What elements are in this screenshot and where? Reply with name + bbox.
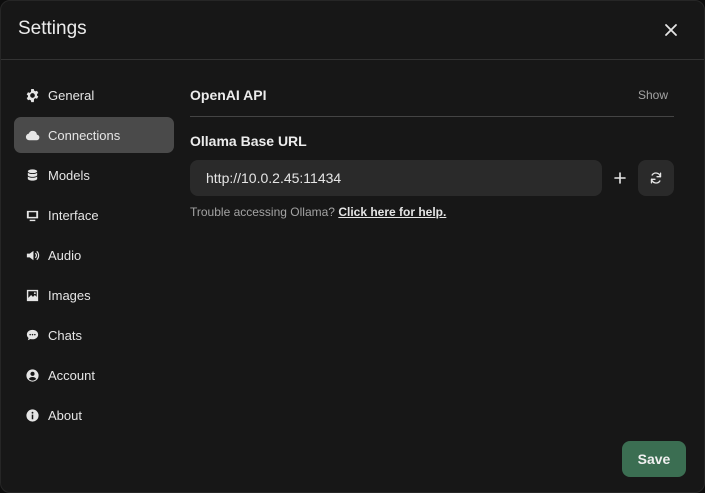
sidebar-item-general[interactable]: General	[14, 77, 174, 113]
add-url-button[interactable]	[610, 166, 630, 190]
sidebar-item-label: Images	[48, 287, 91, 303]
dialog-header: Settings	[1, 1, 704, 60]
verify-connection-button[interactable]	[638, 160, 674, 196]
dialog-title: Settings	[18, 18, 87, 39]
settings-sidebar: General Connections Models Interface Aud…	[14, 77, 174, 437]
sidebar-item-label: Audio	[48, 247, 82, 263]
ollama-url-input[interactable]	[190, 160, 602, 196]
info-icon	[24, 407, 40, 423]
openai-title: OpenAI API	[190, 87, 267, 103]
ollama-url-row	[190, 160, 674, 196]
show-button[interactable]: Show	[638, 88, 668, 102]
close-icon	[665, 24, 677, 36]
sidebar-item-connections[interactable]: Connections	[14, 117, 174, 153]
sidebar-item-label: General	[48, 87, 95, 103]
database-icon	[24, 167, 40, 183]
sidebar-item-audio[interactable]: Audio	[14, 237, 174, 273]
plus-icon	[614, 172, 626, 184]
save-button[interactable]: Save	[622, 441, 686, 477]
speaker-icon	[24, 247, 40, 263]
ollama-label: Ollama Base URL	[190, 133, 307, 149]
openai-section: OpenAI API Show	[190, 77, 674, 117]
connections-panel: OpenAI API Show Ollama Base URL Trouble …	[190, 77, 674, 219]
sidebar-item-models[interactable]: Models	[14, 157, 174, 193]
cloud-icon	[24, 127, 40, 143]
sidebar-item-label: Account	[48, 367, 95, 383]
close-button[interactable]	[658, 18, 684, 42]
sidebar-item-chats[interactable]: Chats	[14, 317, 174, 353]
help-row: Trouble accessing Ollama? Click here for…	[190, 205, 674, 219]
sidebar-item-images[interactable]: Images	[14, 277, 174, 313]
sidebar-item-label: Connections	[48, 127, 121, 143]
image-icon	[24, 287, 40, 303]
settings-dialog: Settings General Connections Models Inte…	[0, 0, 705, 493]
sidebar-item-interface[interactable]: Interface	[14, 197, 174, 233]
sidebar-item-about[interactable]: About	[14, 397, 174, 433]
sidebar-item-account[interactable]: Account	[14, 357, 174, 393]
user-circle-icon	[24, 367, 40, 383]
help-text: Trouble accessing Ollama?	[190, 205, 335, 219]
sidebar-item-label: Interface	[48, 207, 99, 223]
sidebar-item-label: About	[48, 407, 82, 423]
help-link[interactable]: Click here for help.	[338, 205, 446, 219]
monitor-icon	[24, 207, 40, 223]
gear-icon	[24, 87, 40, 103]
sidebar-item-label: Models	[48, 167, 90, 183]
refresh-icon	[650, 172, 662, 184]
chat-bubble-icon	[24, 327, 40, 343]
sidebar-item-label: Chats	[48, 327, 82, 343]
